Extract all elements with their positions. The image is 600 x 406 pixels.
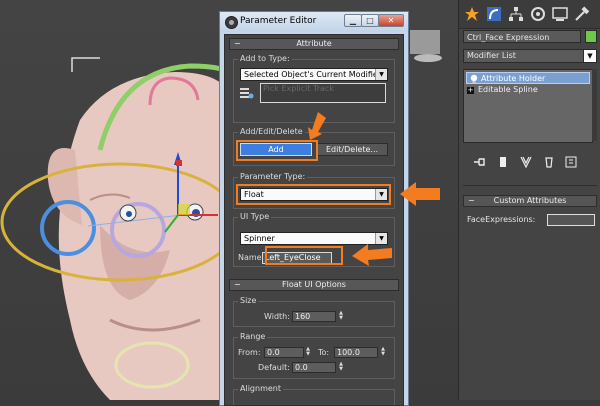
arrow-to-param-type-icon xyxy=(400,182,440,206)
arrow-to-add-icon xyxy=(308,112,326,140)
annotation-arrows xyxy=(308,112,440,266)
arrow-to-name-icon xyxy=(352,244,392,266)
